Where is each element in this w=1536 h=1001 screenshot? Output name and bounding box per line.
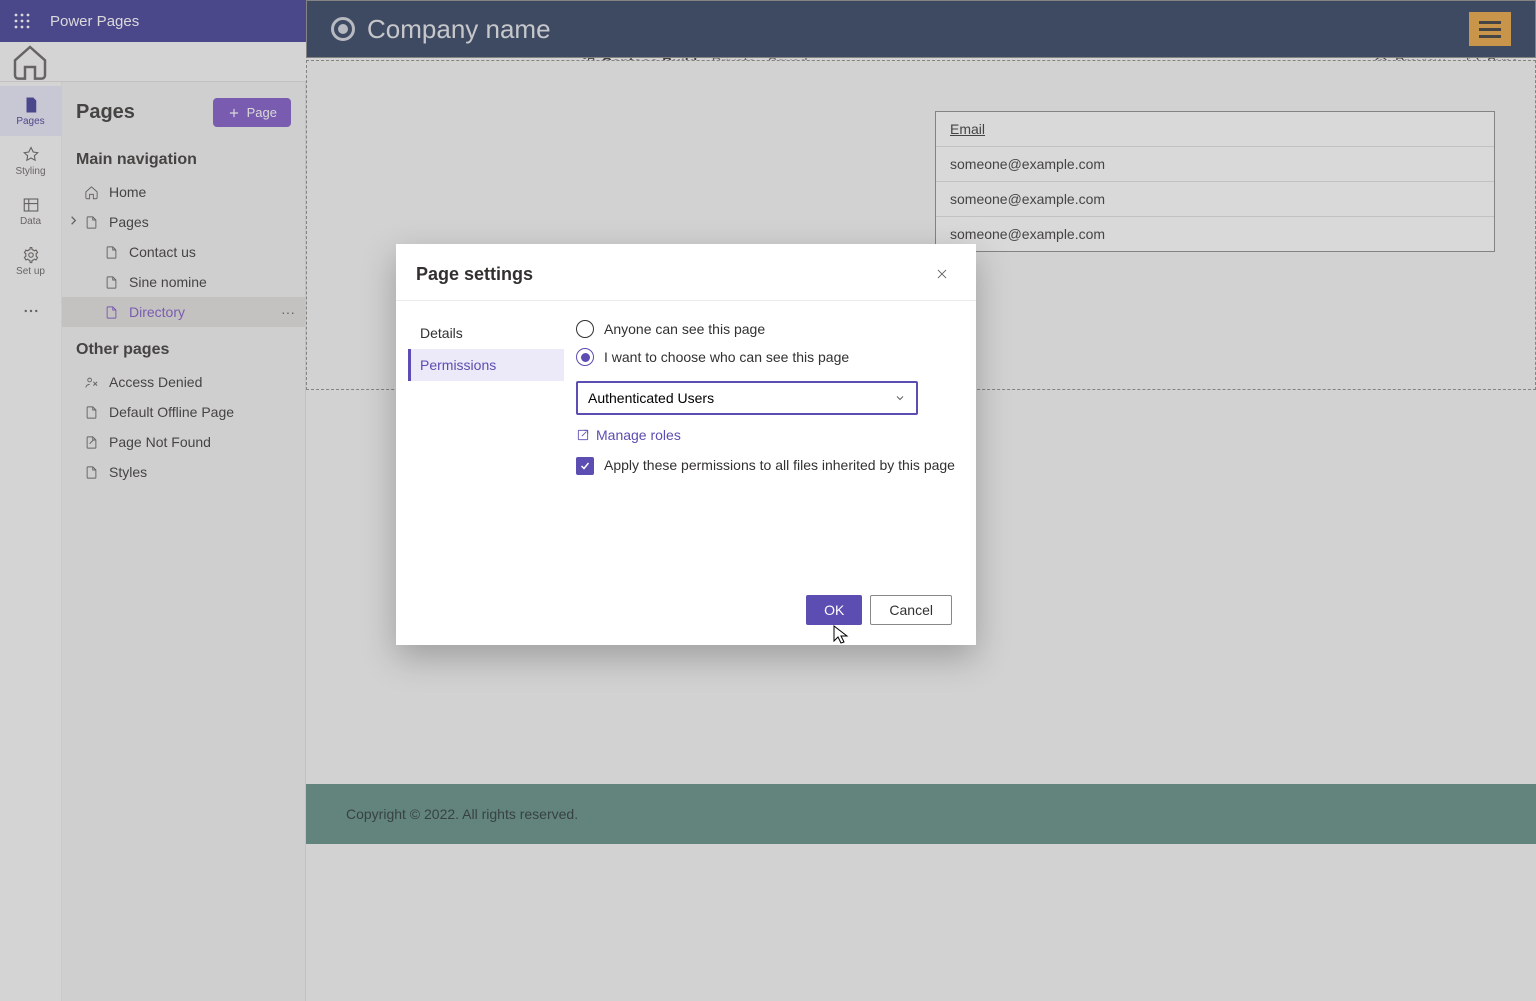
chevron-down-icon [894,392,906,404]
cancel-button[interactable]: Cancel [870,595,952,625]
roles-combobox[interactable]: Authenticated Users [576,381,918,415]
page-settings-dialog: Page settings Details Permissions Anyone… [396,244,976,645]
close-icon[interactable] [928,260,956,288]
radio-choose[interactable]: I want to choose who can see this page [576,343,956,371]
dialog-title: Page settings [416,264,533,285]
ok-button[interactable]: OK [806,595,862,625]
dialog-tabs: Details Permissions [396,301,576,581]
radio-icon [576,320,594,338]
tab-permissions[interactable]: Permissions [408,349,564,381]
manage-roles-link[interactable]: Manage roles [576,427,956,443]
checkbox-icon [576,457,594,475]
tab-details[interactable]: Details [408,317,564,349]
radio-anyone[interactable]: Anyone can see this page [576,315,956,343]
inherit-checkbox-row[interactable]: Apply these permissions to all files inh… [576,457,956,475]
external-link-icon [576,428,590,442]
radio-icon [576,348,594,366]
dialog-content: Anyone can see this page I want to choos… [576,301,976,581]
